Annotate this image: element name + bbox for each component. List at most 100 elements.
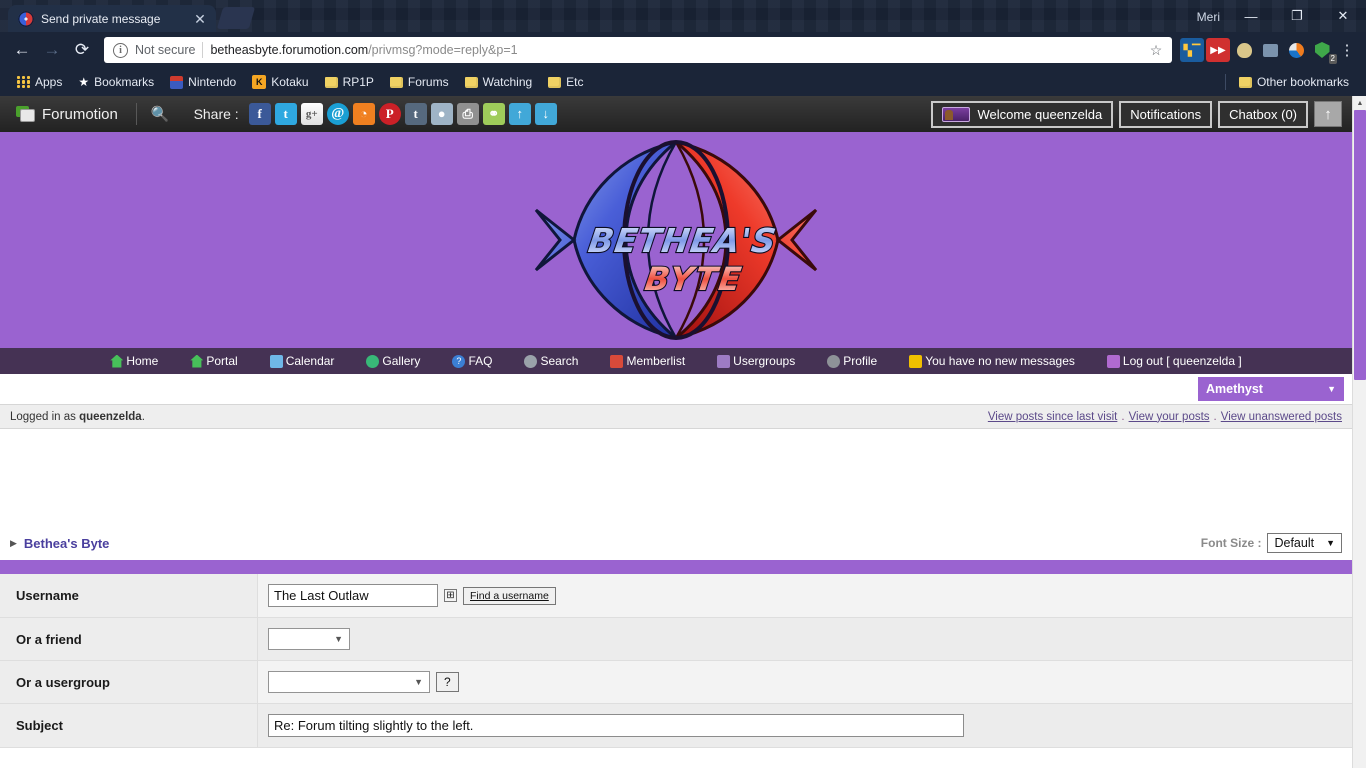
breadcrumb-link-forum[interactable]: Bethea's Byte	[24, 536, 109, 551]
nav-item-messages[interactable]: You have no new messages	[893, 354, 1091, 368]
nav-item-logout[interactable]: Log out [ queenzelda ]	[1091, 354, 1258, 368]
page-scrollbar[interactable]: ▲	[1352, 96, 1366, 768]
nav-item-faq[interactable]: ? FAQ	[436, 354, 508, 368]
email-icon[interactable]: @	[326, 103, 349, 125]
chatbox-button[interactable]: Chatbox (0)	[1218, 100, 1308, 128]
nav-item-calendar[interactable]: Calendar	[254, 354, 351, 368]
bookmark-label: Watching	[482, 75, 533, 89]
theme-selector[interactable]: Amethyst ▼	[1198, 377, 1344, 401]
facebook-icon[interactable]: f	[248, 103, 271, 125]
url-domain: betheasbyte.forumotion.com	[210, 43, 369, 57]
rss-icon[interactable]: ◔	[352, 103, 375, 125]
reddit-icon[interactable]: ●	[430, 103, 453, 125]
usergroup-help-button[interactable]: ?	[436, 672, 459, 692]
page-blank-area	[0, 429, 1352, 526]
info-icon[interactable]: i	[113, 42, 128, 58]
extension-tool-icon[interactable]	[1258, 38, 1282, 62]
find-a-username-button[interactable]: Find a username	[463, 586, 556, 605]
apps-grid-icon	[17, 75, 30, 89]
bookmark-label: Forums	[407, 75, 449, 89]
nav-item-search[interactable]: Search	[508, 354, 594, 368]
theme-selected-label: Amethyst	[1206, 382, 1263, 396]
scrollbar-thumb[interactable]	[1354, 110, 1366, 380]
nav-item-home[interactable]: Home	[94, 354, 174, 368]
back-button[interactable]: ←	[8, 36, 36, 64]
forumotion-brand[interactable]: Forumotion	[6, 106, 128, 123]
field-label: Subject	[0, 704, 258, 747]
bookmark-rp1p[interactable]: RP1P	[318, 72, 381, 92]
link-view-your-posts[interactable]: View your posts	[1129, 411, 1210, 423]
memberlist-icon	[610, 354, 624, 368]
logo-line2: BYTE	[643, 260, 746, 298]
nav-label: Home	[126, 354, 159, 368]
new-tab-button[interactable]	[216, 7, 256, 29]
page-content: Forumotion 🔍 Share : f t g+ @ ◔ P t ● ⎙ …	[0, 96, 1352, 748]
bookmark-apps[interactable]: Apps	[10, 72, 69, 92]
folder-icon	[389, 76, 403, 88]
bookmark-nintendo[interactable]: Nintendo	[163, 72, 243, 92]
browser-tab[interactable]: Send private message ✕	[8, 5, 216, 32]
share-label: Share :	[193, 106, 239, 122]
browser-profile-name[interactable]: Meri	[1197, 10, 1220, 32]
bookmark-etc[interactable]: Etc	[541, 72, 590, 92]
link-icon[interactable]: ⚭	[482, 103, 505, 125]
chevron-down-icon: ▼	[334, 634, 343, 644]
forward-button[interactable]: →	[38, 36, 66, 64]
tab-close-icon[interactable]: ✕	[192, 12, 208, 26]
extension-chart-icon[interactable]: ▚▔	[1180, 38, 1204, 62]
extension-orange-circle-icon[interactable]	[1284, 38, 1308, 62]
logged-in-username: queenzelda	[79, 410, 142, 423]
folder-icon	[1238, 76, 1252, 88]
nav-item-usergroups[interactable]: Usergroups	[701, 354, 811, 368]
bookmark-watching[interactable]: Watching	[458, 72, 540, 92]
address-bar[interactable]: i Not secure betheasbyte.forumotion.com/…	[104, 37, 1172, 63]
bookmark-star-icon[interactable]: ☆	[1144, 42, 1168, 59]
username-input[interactable]	[268, 584, 438, 607]
friend-select[interactable]: ▼	[268, 628, 350, 650]
maximize-button[interactable]: ❐	[1274, 0, 1320, 32]
link-view-posts-since-last-visit[interactable]: View posts since last visit	[988, 411, 1118, 423]
usergroup-select[interactable]: ▼	[268, 671, 430, 693]
search-icon[interactable]: 🔍	[145, 105, 176, 123]
nav-item-portal[interactable]: Portal	[174, 354, 253, 368]
notifications-button[interactable]: Notifications	[1119, 100, 1213, 128]
gallery-icon	[366, 354, 380, 368]
scroll-to-top-button[interactable]: ↑	[1314, 101, 1342, 127]
googleplus-icon[interactable]: g+	[300, 103, 323, 125]
browser-menu-icon[interactable]: ⋮	[1336, 41, 1358, 59]
bookmark-bookmarks[interactable]: ★ Bookmarks	[71, 72, 161, 92]
chatbox-label: Chatbox (0)	[1229, 106, 1297, 122]
envelope-icon	[909, 354, 923, 368]
minimize-button[interactable]: —	[1228, 0, 1274, 32]
nav-item-profile[interactable]: Profile	[811, 354, 893, 368]
font-size-selected: Default	[1274, 536, 1315, 550]
tab-favicon-icon	[18, 10, 34, 27]
bookmark-other-bookmarks[interactable]: Other bookmarks	[1232, 72, 1356, 92]
bookmark-forums[interactable]: Forums	[383, 72, 456, 92]
arrow-up-icon[interactable]: ↑	[508, 103, 531, 125]
twitter-icon[interactable]: t	[274, 103, 297, 125]
star-icon: ★	[78, 75, 90, 89]
expand-icon[interactable]: ⊞	[444, 589, 457, 602]
close-button[interactable]: ✕	[1320, 0, 1366, 32]
pinterest-icon[interactable]: P	[378, 103, 401, 125]
extension-antivirus-icon[interactable]: 2	[1310, 38, 1337, 64]
subject-input[interactable]	[268, 714, 964, 737]
scroll-up-arrow-icon[interactable]: ▲	[1353, 96, 1366, 110]
welcome-user-button[interactable]: Welcome queenzelda	[931, 100, 1114, 128]
bookmark-kotaku[interactable]: K Kotaku	[245, 72, 315, 92]
forum-logo[interactable]: BETHEA'S BYTE	[526, 132, 826, 348]
logo-line1: BETHEA'S	[586, 221, 779, 260]
nav-item-memberlist[interactable]: Memberlist	[594, 354, 701, 368]
nav-item-gallery[interactable]: Gallery	[350, 354, 436, 368]
link-view-unanswered-posts[interactable]: View unanswered posts	[1221, 411, 1342, 423]
extension-shield-icon[interactable]	[1232, 38, 1256, 62]
notifications-label: Notifications	[1130, 106, 1202, 122]
extension-media-icon[interactable]: ▶▶	[1206, 38, 1230, 62]
tumblr-icon[interactable]: t	[404, 103, 427, 125]
arrow-down-icon[interactable]: ↓	[534, 103, 557, 125]
field-label: Username	[0, 574, 258, 617]
font-size-selector[interactable]: Default ▼	[1267, 533, 1342, 553]
print-icon[interactable]: ⎙	[456, 103, 479, 125]
reload-button[interactable]: ⟳	[68, 36, 96, 64]
